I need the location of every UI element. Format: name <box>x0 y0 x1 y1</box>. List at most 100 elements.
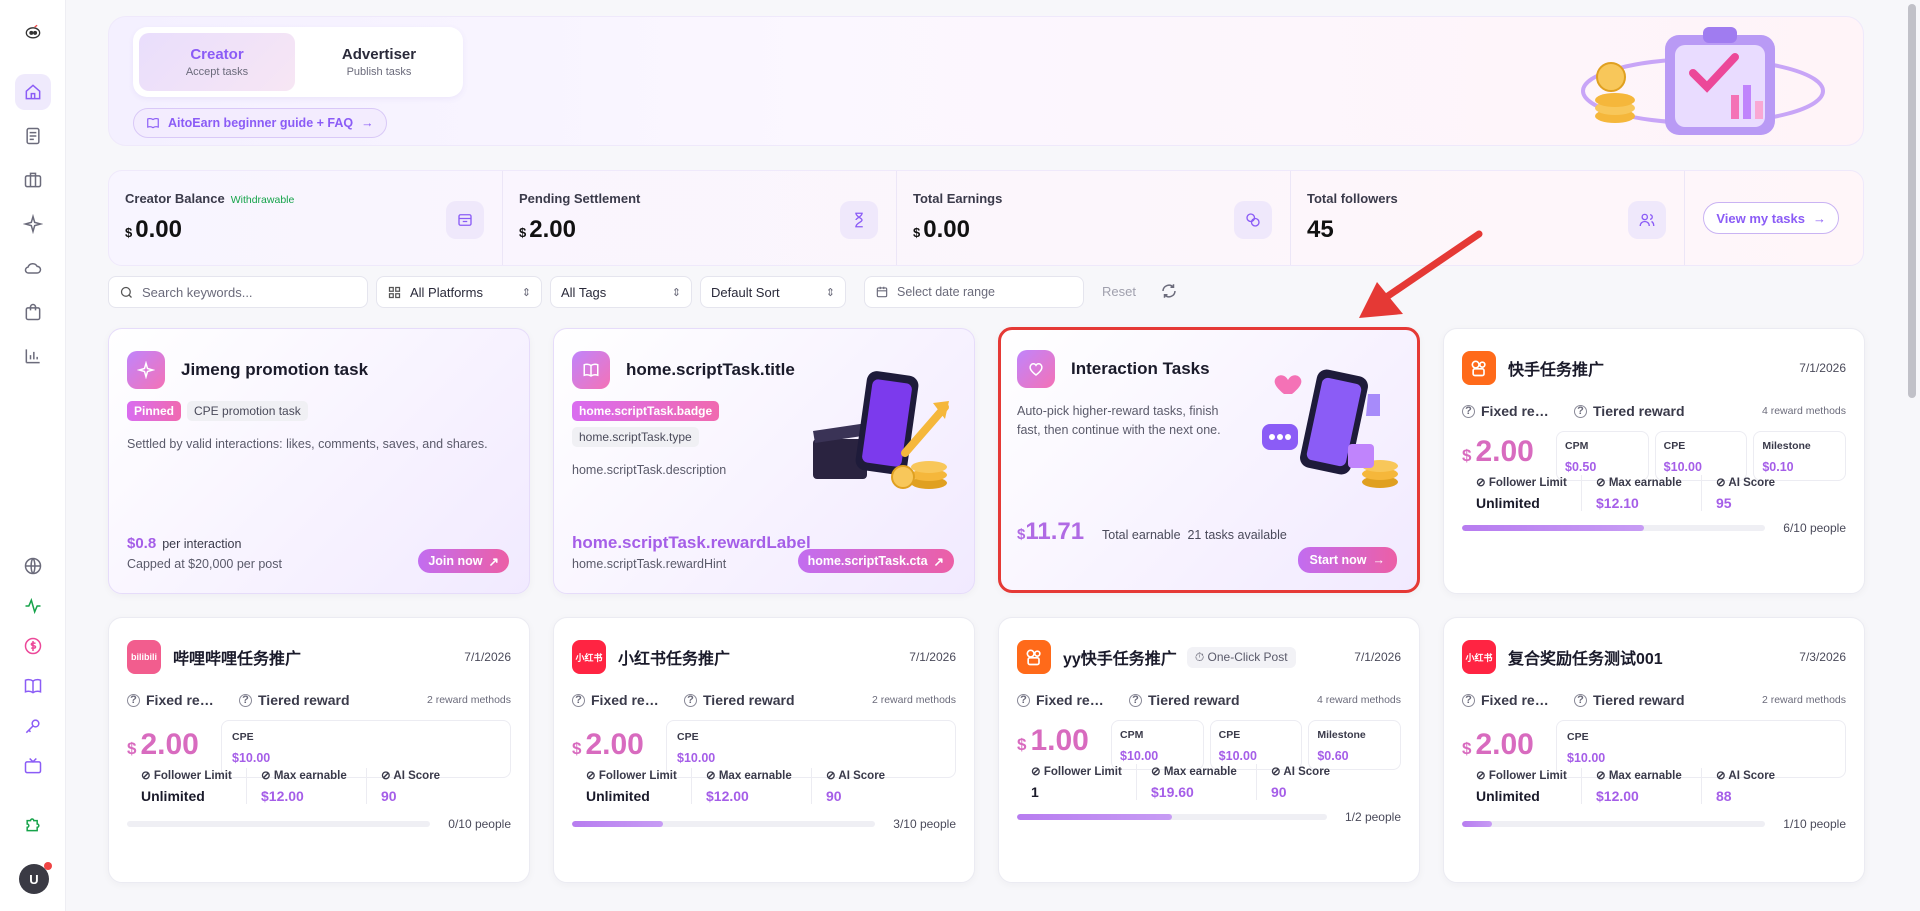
stat-pending-settlement: Pending Settlement $2.00 <box>503 171 897 265</box>
meta-label: AI Score <box>838 770 886 782</box>
task-title: 小红书任务推广 <box>618 651 731 668</box>
help-icon: ⊘ <box>141 770 154 782</box>
reward-types-row: ? Fixed reward ? Tiered reward 2 reward me… <box>127 690 511 710</box>
stat-value-text: 0.00 <box>135 216 182 243</box>
avatar-initial: U <box>29 871 39 887</box>
sort-select[interactable]: Default Sort ⇕ <box>700 276 846 308</box>
tiered-label-text: Tiered reward <box>1593 403 1685 419</box>
stat-value-text: 45 <box>1307 216 1334 243</box>
stat-label: Creator Balance Withdrawable <box>125 191 486 206</box>
kuaishou-icon <box>1017 640 1051 674</box>
bilibili-icon: bilibili <box>127 640 161 674</box>
tags-select[interactable]: All Tags ⇕ <box>550 276 692 308</box>
key-icon[interactable] <box>15 708 51 744</box>
reward-amount: $0.8 <box>127 535 157 552</box>
search-input[interactable]: Search keywords... <box>108 276 368 308</box>
fixed-reward-label: ? Fixed reward <box>1017 692 1117 708</box>
meta-label: Max earnable <box>1608 477 1682 489</box>
script-task-card[interactable]: home.scriptTask.title home.scriptTask.ba… <box>553 328 975 594</box>
task-meta-row: ⊘ Follower Limit 1 ⊘ Max earnable $19.60 ⊘… <box>1017 764 1401 800</box>
task-card[interactable]: 快手任务推广 7/1/2026 ? Fixed reward ? Tiered re… <box>1443 328 1865 594</box>
cloud-icon[interactable] <box>15 250 51 286</box>
meta-value: Unlimited <box>141 788 205 804</box>
date-range-picker[interactable]: Select date range <box>864 276 1084 308</box>
date-placeholder: Select date range <box>897 285 995 299</box>
advertiser-sub: Publish tasks <box>346 66 412 78</box>
price-value: 2.00 <box>140 728 199 761</box>
creator-tab[interactable]: Creator Accept tasks <box>139 33 295 91</box>
tiered-reward-label: ? Tiered reward <box>1574 692 1685 708</box>
tv-icon[interactable] <box>15 748 51 784</box>
follower-limit: ⊘ Follower Limit Unlimited <box>572 768 692 804</box>
platform-select[interactable]: All Platforms ⇕ <box>376 276 542 308</box>
refresh-icon[interactable] <box>1160 282 1178 300</box>
follower-limit: ⊘ Follower Limit Unlimited <box>127 768 247 804</box>
follower-limit: ⊘ Follower Limit Unlimited <box>1462 768 1582 804</box>
stat-value: $0.00 <box>913 216 1274 244</box>
sparkle-icon[interactable] <box>15 206 51 242</box>
task-card[interactable]: yy快手任务推广 ⏱ One-Click Post 7/1/2026 ? Fixe… <box>998 617 1420 883</box>
task-card[interactable]: 小红书 小红书任务推广 7/1/2026 ? Fixed reward ? Tier… <box>553 617 975 883</box>
tier-name: CPE <box>1663 440 1686 452</box>
interaction-tasks-card[interactable]: Interaction Tasks Auto-pick higher-rewar… <box>998 327 1420 593</box>
fixed-reward-label: ? Fixed reward <box>1462 403 1562 419</box>
app-logo-icon[interactable] <box>15 14 51 50</box>
dollar-icon[interactable] <box>15 628 51 664</box>
reset-button[interactable]: Reset <box>1102 284 1136 299</box>
tiered-reward-label: ? Tiered reward <box>1129 692 1240 708</box>
globe-icon[interactable] <box>15 548 51 584</box>
max-earnable: ⊘ Max earnable $12.00 <box>247 768 367 804</box>
puzzle-icon[interactable] <box>15 806 51 842</box>
jimeng-task-card[interactable]: Jimeng promotion task Pinned CPE promoti… <box>108 328 530 594</box>
reward-unit: per interaction <box>162 537 242 551</box>
tier-box: CPM $0.50 <box>1556 431 1649 481</box>
book-icon[interactable] <box>15 668 51 704</box>
script-cta-button[interactable]: home.scriptTask.cta ↗ <box>797 549 954 573</box>
beginner-guide-button[interactable]: AitoEarn beginner guide + FAQ → <box>133 108 387 138</box>
meta-label: Max earnable <box>718 770 792 782</box>
join-now-button[interactable]: Join now ↗ <box>418 549 509 573</box>
avatar[interactable]: U <box>19 862 52 894</box>
stat-label-text: Total followers <box>1307 191 1398 206</box>
stat-creator-balance: Creator Balance Withdrawable $0.00 <box>109 171 503 265</box>
fixed-label-text: Fixed reward <box>1036 692 1112 708</box>
reward-types-row: ? Fixed reward ? Tiered reward 4 reward me… <box>1017 690 1401 710</box>
advertiser-tab[interactable]: Advertiser Publish tasks <box>301 33 457 91</box>
progress-fill <box>1017 814 1172 820</box>
home-icon[interactable] <box>15 74 51 110</box>
task-meta-row: ⊘ Follower Limit Unlimited ⊘ Max earnable… <box>1462 768 1846 804</box>
shopping-bag-icon[interactable] <box>15 294 51 330</box>
currency-symbol: $ <box>1462 446 1472 465</box>
tag-list: home.scriptTask.badge home.scriptTask.ty… <box>572 401 772 447</box>
briefcase-icon[interactable] <box>15 162 51 198</box>
withdrawable-badge: Withdrawable <box>230 194 295 206</box>
start-now-button[interactable]: Start now → <box>1297 547 1397 573</box>
progress-bar <box>127 821 431 827</box>
task-date: 7/1/2026 <box>464 650 511 664</box>
fixed-price: $2.00 <box>1462 728 1534 762</box>
price-value: 2.00 <box>585 728 644 761</box>
document-icon[interactable] <box>15 118 51 154</box>
tier-name: CPE <box>677 731 699 743</box>
activity-icon[interactable] <box>15 588 51 624</box>
view-my-tasks-button[interactable]: View my tasks → <box>1703 202 1839 234</box>
fixed-label-text: Fixed reward <box>591 692 667 708</box>
fixed-label-text: Fixed reward <box>1481 403 1557 419</box>
task-card[interactable]: 小红书 复合奖励任务测试001 7/3/2026 ? Fixed reward ?… <box>1443 617 1865 883</box>
hourglass-icon <box>840 201 878 239</box>
search-placeholder: Search keywords... <box>142 284 253 300</box>
progress-row: 1/10 people <box>1462 817 1846 831</box>
progress-bar <box>1462 821 1766 827</box>
scrollbar[interactable] <box>1908 4 1916 398</box>
task-card[interactable]: bilibili 哔哩哔哩任务推广 7/1/2026 ? Fixed reward… <box>108 617 530 883</box>
coins-icon <box>1234 201 1272 239</box>
tier-value: $10.00 <box>1567 751 1606 765</box>
tiered-label-text: Tiered reward <box>1593 692 1685 708</box>
pinned-tag: Pinned <box>127 401 182 421</box>
meta-value: Unlimited <box>1476 495 1540 511</box>
task-date: 7/1/2026 <box>1354 650 1401 664</box>
tier-box: CPE $10.00 <box>1567 731 1835 767</box>
progress-bar <box>1462 525 1766 531</box>
bar-chart-icon[interactable] <box>15 338 51 374</box>
task-date: 7/1/2026 <box>909 650 956 664</box>
